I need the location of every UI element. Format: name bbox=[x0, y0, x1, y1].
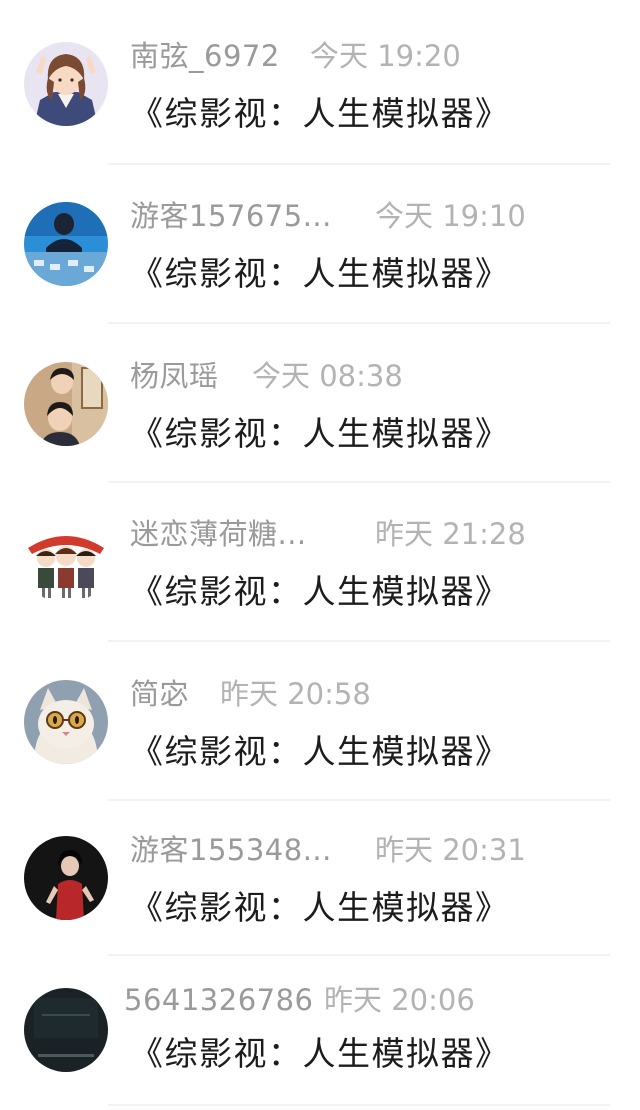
sender-name: 游客157675... bbox=[130, 199, 332, 233]
cartoon-girls-avatar-icon bbox=[24, 520, 108, 604]
conversation-item[interactable]: 迷恋薄荷糖... 昨天 21:28 《综影视：人生模拟器》 bbox=[0, 474, 640, 632]
avatar[interactable] bbox=[24, 520, 108, 604]
sender-name: 简宓 bbox=[130, 677, 190, 711]
sender-name: 南弦_6972 bbox=[130, 39, 280, 73]
conversation-meta: 杨凤瑶 今天 08:38 bbox=[130, 356, 403, 396]
conversation-meta: 5641326786 昨天 20:06 bbox=[124, 980, 475, 1020]
timestamp: 昨天 21:28 bbox=[375, 517, 526, 551]
sender-name: 杨凤瑶 bbox=[130, 359, 219, 393]
woman-red-dress-avatar-icon bbox=[24, 836, 108, 920]
timestamp: 昨天 20:58 bbox=[220, 677, 371, 711]
dark-screen-avatar-icon bbox=[24, 988, 108, 1072]
avatar[interactable] bbox=[24, 680, 108, 764]
conversation-item[interactable]: 5641326786 昨天 20:06 《综影视：人生模拟器》 bbox=[0, 948, 640, 1106]
conversation-list: 南弦_6972 今天 19:20 《综影视：人生模拟器》 游客157675...… bbox=[0, 0, 640, 1110]
timestamp: 今天 19:20 bbox=[310, 39, 461, 73]
conversation-meta: 游客157675... 今天 19:10 bbox=[130, 196, 526, 236]
sender-name: 游客155348... bbox=[130, 833, 332, 867]
conversation-meta: 简宓 昨天 20:58 bbox=[130, 674, 371, 714]
avatar[interactable] bbox=[24, 988, 108, 1072]
conversation-item[interactable]: 简宓 昨天 20:58 《综影视：人生模拟器》 bbox=[0, 632, 640, 790]
conversation-item[interactable]: 南弦_6972 今天 19:20 《综影视：人生模拟器》 bbox=[0, 0, 640, 158]
cat-with-glasses-avatar-icon bbox=[24, 680, 108, 764]
conversation-meta: 南弦_6972 今天 19:20 bbox=[130, 36, 461, 76]
message-preview: 《综影视：人生模拟器》 bbox=[130, 414, 510, 453]
timestamp: 昨天 20:06 bbox=[324, 983, 475, 1017]
divider bbox=[108, 1104, 610, 1106]
conversation-meta: 游客155348... 昨天 20:31 bbox=[130, 830, 526, 870]
message-preview: 《综影视：人生模拟器》 bbox=[130, 1034, 510, 1073]
timestamp: 今天 08:38 bbox=[252, 359, 403, 393]
avatar[interactable] bbox=[24, 836, 108, 920]
sender-name: 5641326786 bbox=[124, 983, 314, 1017]
stage-photo-avatar-icon bbox=[24, 202, 108, 286]
two-men-portrait-avatar-icon bbox=[24, 362, 108, 446]
message-preview: 《综影视：人生模拟器》 bbox=[130, 572, 510, 611]
timestamp: 昨天 20:31 bbox=[375, 833, 526, 867]
avatar[interactable] bbox=[24, 42, 108, 126]
conversation-item[interactable]: 游客155348... 昨天 20:31 《综影视：人生模拟器》 bbox=[0, 790, 640, 948]
anime-girl-avatar-icon bbox=[24, 42, 108, 126]
conversation-item[interactable]: 游客157675... 今天 19:10 《综影视：人生模拟器》 bbox=[0, 158, 640, 316]
message-preview: 《综影视：人生模拟器》 bbox=[130, 254, 510, 293]
avatar[interactable] bbox=[24, 362, 108, 446]
sender-name: 迷恋薄荷糖... bbox=[130, 517, 307, 551]
message-preview: 《综影视：人生模拟器》 bbox=[130, 94, 510, 133]
message-preview: 《综影视：人生模拟器》 bbox=[130, 888, 510, 927]
avatar[interactable] bbox=[24, 202, 108, 286]
conversation-item[interactable]: 杨凤瑶 今天 08:38 《综影视：人生模拟器》 bbox=[0, 316, 640, 474]
conversation-meta: 迷恋薄荷糖... 昨天 21:28 bbox=[130, 514, 526, 554]
timestamp: 今天 19:10 bbox=[375, 199, 526, 233]
message-preview: 《综影视：人生模拟器》 bbox=[130, 732, 510, 771]
